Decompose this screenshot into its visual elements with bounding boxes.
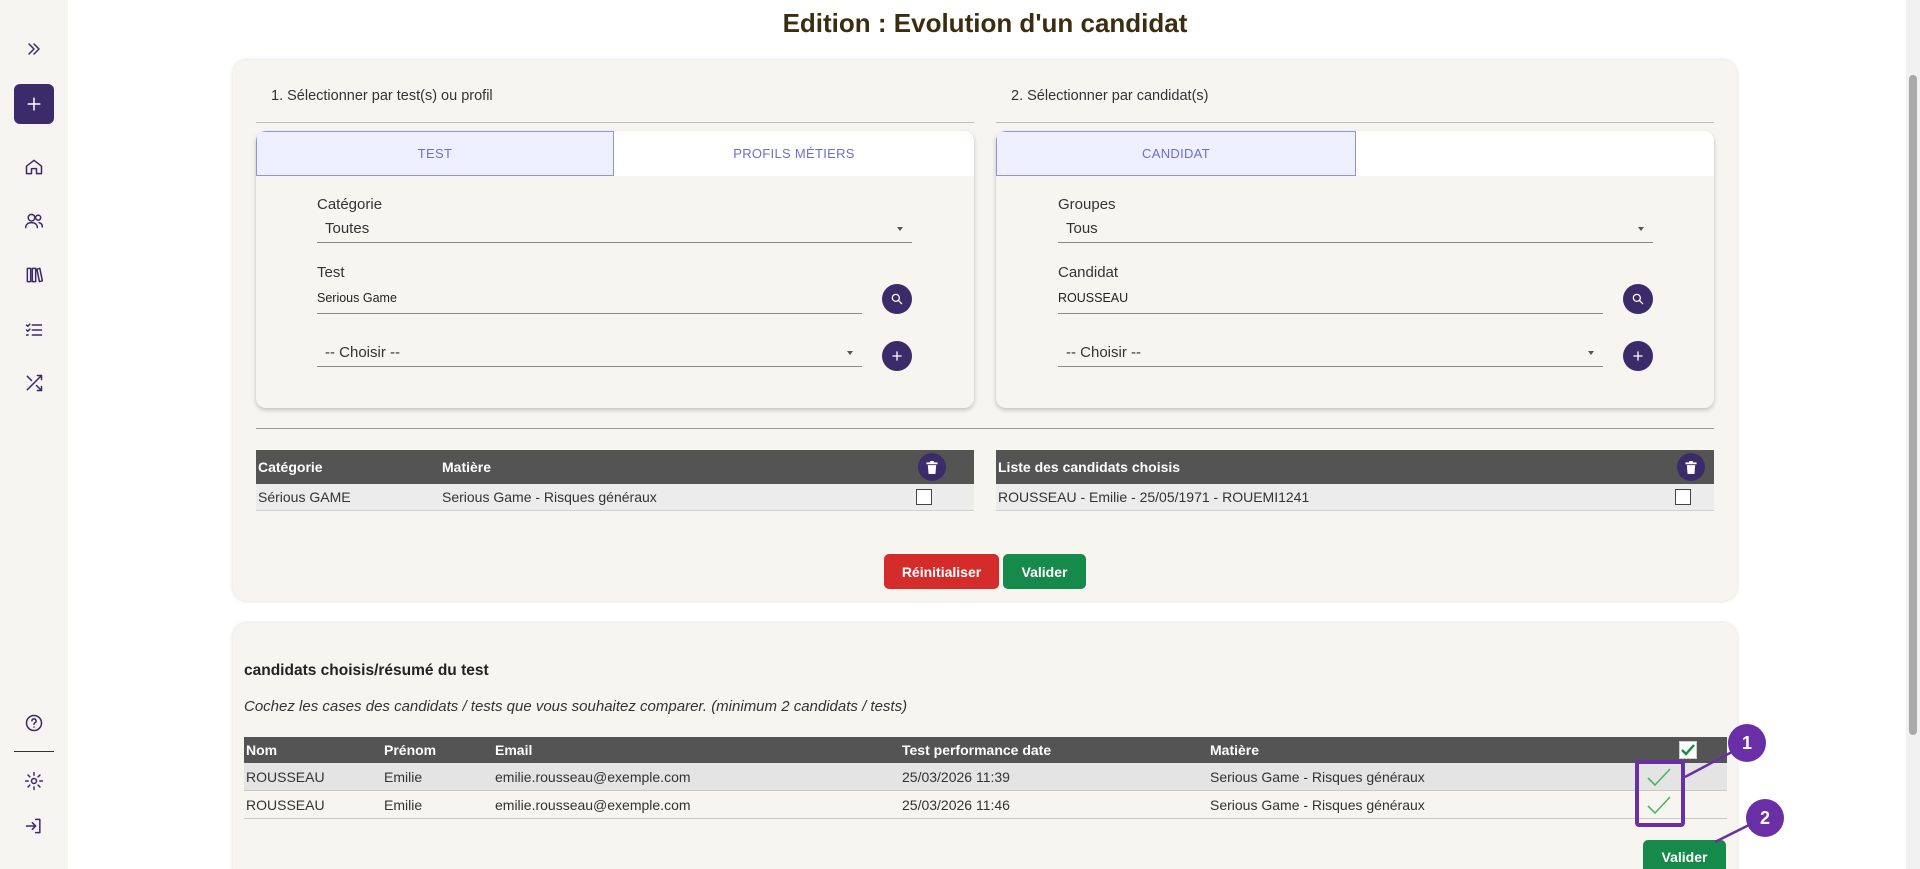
candidat-label: Candidat [1058,264,1119,281]
col-categorie: Catégorie [258,459,323,475]
check-icon [1681,744,1695,756]
col-matiere: Matière [1210,742,1260,758]
candidat-choose-select[interactable]: -- Choisir -- [1066,344,1141,361]
chevron-down-icon [1638,227,1644,231]
tests-table-header: Catégorie Matière [256,450,974,484]
row-matiere: Serious Game - Risques généraux [442,489,657,505]
candidates-table-header: Liste des candidats choisis [996,450,1714,484]
tab-bar: CANDIDAT [996,131,1714,176]
col-matiere: Matière [442,459,492,475]
col-test-date: Test performance date [902,742,1052,758]
chevron-down-icon [847,351,853,355]
choose-underline [317,366,862,367]
settings-icon[interactable] [14,761,54,801]
validate-button[interactable]: Valider [1003,554,1086,589]
row-checkbox[interactable] [916,489,932,505]
search-test-button[interactable] [882,284,912,314]
chevron-down-icon [1588,351,1594,355]
select-all-checkbox[interactable] [1679,741,1697,759]
page-title: Edition : Evolution d'un candidat [782,8,1188,38]
tab-candidat[interactable]: CANDIDAT [996,131,1356,176]
categorie-label: Catégorie [317,196,383,213]
cell-prenom: Emilie [384,769,423,785]
annotation-badge-2: 2 [1746,799,1784,837]
sidebar-divider [14,751,54,752]
groupes-select[interactable]: Tous [1066,220,1098,237]
plus-icon [1633,351,1643,361]
home-icon[interactable] [14,147,54,187]
table-row[interactable]: ROUSSEAU Emilie emilie.rousseau@exemple.… [244,763,1727,791]
annotation-highlight-box [1635,760,1685,827]
cell-prenom: Emilie [384,797,423,813]
trash-icon [1685,460,1697,474]
col-prenom: Prénom [384,742,437,758]
test-input[interactable]: Serious Game [317,291,397,305]
sidebar [0,0,68,869]
test-label: Test [317,264,345,281]
add-candidat-button[interactable] [1623,341,1653,371]
right-divider [996,122,1714,123]
page-scrollbar[interactable] [1906,0,1920,869]
table-row: ROUSSEAU - Emilie - 25/05/1971 - ROUEMI1… [996,484,1714,511]
summary-instructions: Cochez les cases des candidats / tests q… [244,698,908,715]
add-test-button[interactable] [882,341,912,371]
col-liste-candidats: Liste des candidats choisis [998,459,1181,475]
search-icon [1632,293,1644,305]
library-icon[interactable] [14,255,54,295]
row-candidat: ROUSSEAU - Emilie - 25/05/1971 - ROUEMI1… [998,489,1310,505]
left-section-heading: 1. Sélectionner par test(s) ou profil [271,88,493,104]
tab-bar: TEST PROFILS MÉTIERS [256,131,974,176]
test-underline [317,313,862,314]
section-divider [256,428,1714,429]
summary-validate-button[interactable]: Valider [1643,840,1726,869]
annotation-badge-1: 1 [1728,724,1766,762]
search-icon [891,293,903,305]
summary-table-header: Nom Prénom Email Test performance date M… [244,737,1727,763]
categorie-underline [317,242,912,243]
search-candidat-button[interactable] [1623,284,1653,314]
trash-icon [926,460,938,474]
checklist-icon[interactable] [14,310,54,350]
delete-candidates-button[interactable] [1677,453,1705,481]
shuffle-icon[interactable] [14,363,54,403]
choose-underline [1058,366,1603,367]
reset-button[interactable]: Réinitialiser [884,554,999,589]
table-row[interactable]: ROUSSEAU Emilie emilie.rousseau@exemple.… [244,791,1727,819]
test-selection-panel: TEST PROFILS MÉTIERS Catégorie Toutes Te… [256,131,974,408]
categorie-select[interactable]: Toutes [325,220,369,237]
cell-matiere: Serious Game - Risques généraux [1210,769,1425,785]
candidat-underline [1058,313,1603,314]
chevron-down-icon [897,227,903,231]
table-row: Sérious GAME Serious Game - Risques géné… [256,484,974,511]
cell-email: emilie.rousseau@exemple.com [495,797,691,813]
logout-icon[interactable] [14,806,54,846]
groupes-underline [1058,242,1653,243]
cell-date: 25/03/2026 11:39 [902,769,1010,785]
scrollbar-thumb[interactable] [1909,75,1917,735]
col-email: Email [495,742,533,758]
cell-matiere: Serious Game - Risques généraux [1210,797,1425,813]
tab-test[interactable]: TEST [256,131,614,176]
candidat-input[interactable]: ROUSSEAU [1058,291,1128,305]
row-categorie: Sérious GAME [258,489,351,505]
cell-date: 25/03/2026 11:46 [902,797,1010,813]
col-nom: Nom [246,742,278,758]
users-icon[interactable] [14,201,54,241]
plus-icon [892,351,902,361]
candidate-selection-panel: CANDIDAT Groupes Tous Candidat ROUSSEAU … [996,131,1714,408]
cell-email: emilie.rousseau@exemple.com [495,769,691,785]
tab-profils-metiers[interactable]: PROFILS MÉTIERS [614,131,974,176]
help-icon[interactable] [14,703,54,743]
delete-tests-button[interactable] [918,453,946,481]
left-divider [256,122,974,123]
test-choose-select[interactable]: -- Choisir -- [325,344,400,361]
groupes-label: Groupes [1058,196,1116,213]
cell-nom: ROUSSEAU [246,769,325,785]
add-icon[interactable] [14,84,54,124]
row-checkbox[interactable] [1675,489,1691,505]
cell-nom: ROUSSEAU [246,797,325,813]
right-section-heading: 2. Sélectionner par candidat(s) [1011,88,1209,104]
summary-title: candidats choisis/résumé du test [244,662,489,679]
